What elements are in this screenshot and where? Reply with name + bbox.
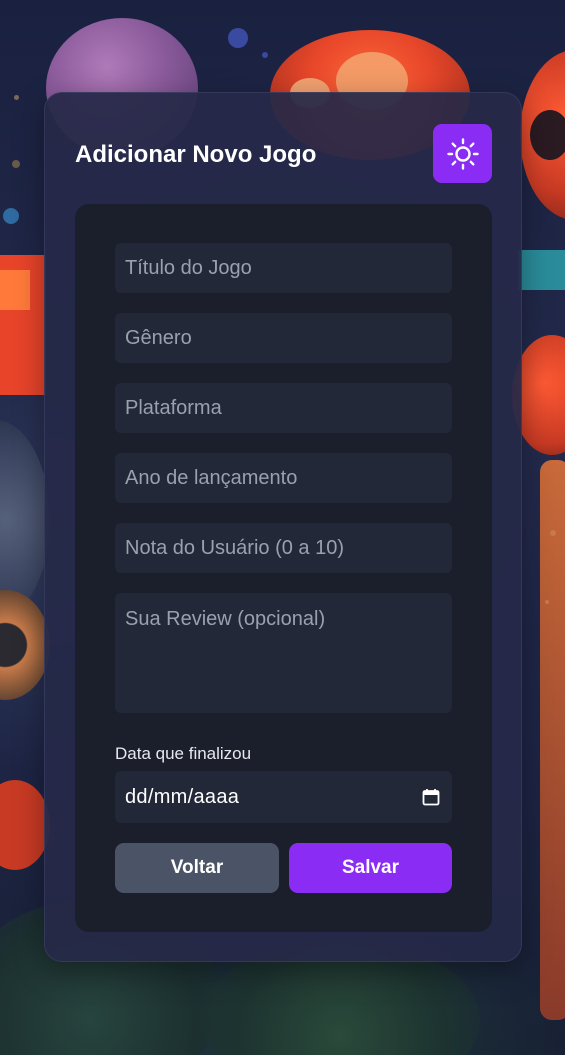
dark-eye-shape bbox=[530, 110, 565, 160]
page-title: Adicionar Novo Jogo bbox=[75, 141, 317, 168]
orange-stick-shape bbox=[540, 460, 565, 1020]
date-finished-input[interactable]: dd/mm/aaaa bbox=[115, 771, 452, 823]
star-dot bbox=[550, 530, 556, 536]
date-finished-label: Data que finalizou bbox=[115, 744, 252, 763]
pixel-block-shape bbox=[0, 270, 30, 310]
add-game-card: Adicionar Novo Jogo Data que finalizou d bbox=[44, 92, 522, 962]
save-button[interactable]: Salvar bbox=[289, 843, 452, 893]
star-dot bbox=[12, 160, 20, 168]
game-form: Data que finalizou dd/mm/aaaa Voltar Sal… bbox=[75, 204, 492, 932]
sun-icon bbox=[446, 137, 479, 170]
star-dot bbox=[262, 52, 268, 58]
star-dot bbox=[228, 28, 248, 48]
release-year-input[interactable] bbox=[115, 453, 452, 503]
speaker-ring-shape bbox=[0, 590, 50, 700]
date-placeholder: dd/mm/aaaa bbox=[125, 785, 240, 808]
back-button[interactable]: Voltar bbox=[115, 843, 279, 893]
review-textarea[interactable] bbox=[115, 593, 452, 713]
teal-block-shape bbox=[518, 250, 565, 290]
star-dot bbox=[3, 208, 19, 224]
red-splash-shape bbox=[0, 780, 50, 870]
user-rating-input[interactable] bbox=[115, 523, 452, 573]
platform-input[interactable] bbox=[115, 383, 452, 433]
star-dot bbox=[545, 600, 549, 604]
calendar-icon[interactable] bbox=[422, 788, 440, 806]
star-dot bbox=[14, 95, 19, 100]
theme-toggle-button[interactable] bbox=[433, 124, 492, 183]
genre-input[interactable] bbox=[115, 313, 452, 363]
game-title-input[interactable] bbox=[115, 243, 452, 293]
